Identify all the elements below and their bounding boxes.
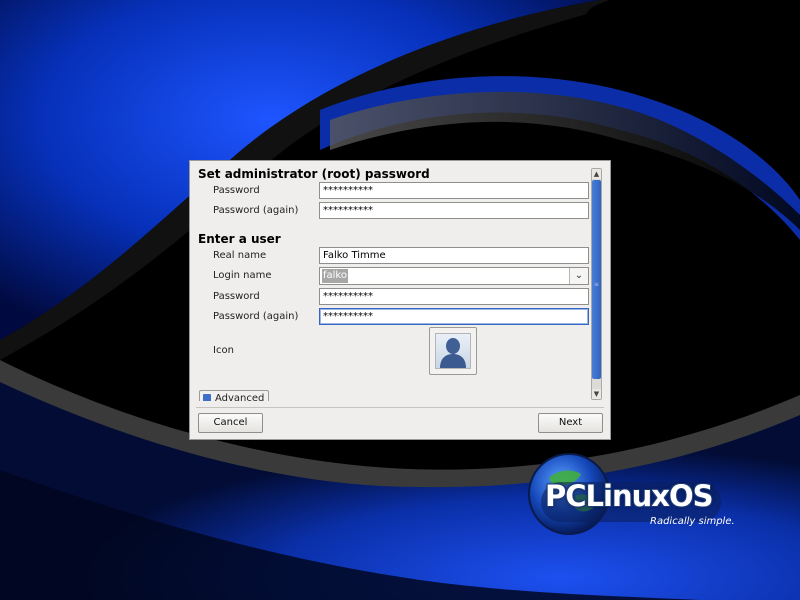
login-name-combobox[interactable]: falko ⌄ xyxy=(319,267,589,285)
enter-user-heading: Enter a user xyxy=(198,232,281,246)
scroll-up-icon[interactable]: ▲ xyxy=(592,169,601,179)
logo-tagline: Radically simple. xyxy=(650,516,735,527)
pclinuxos-logo: PCLinuxOS Radically simple. xyxy=(527,452,737,542)
login-name-value: falko xyxy=(322,269,348,283)
user-avatar-icon xyxy=(435,333,471,369)
advanced-label: Advanced xyxy=(215,393,265,401)
user-icon-button[interactable] xyxy=(429,327,477,375)
button-divider xyxy=(196,407,604,408)
advanced-button[interactable]: Advanced xyxy=(199,390,269,401)
real-name-label: Real name xyxy=(213,250,267,261)
login-name-label: Login name xyxy=(213,270,272,281)
icon-label: Icon xyxy=(213,345,234,356)
user-password-field[interactable] xyxy=(319,288,589,305)
next-button[interactable]: Next xyxy=(538,413,603,433)
dialog-scroll-area: Set administrator (root) password Passwo… xyxy=(190,161,590,401)
chevron-down-icon[interactable]: ⌄ xyxy=(569,268,588,284)
root-password-field[interactable] xyxy=(319,182,589,199)
logo-text: PCLinuxOS xyxy=(545,479,713,513)
user-password-again-field[interactable] xyxy=(319,308,589,325)
user-setup-dialog: Set administrator (root) password Passwo… xyxy=(189,160,611,440)
root-password-label: Password xyxy=(213,185,260,196)
root-password-again-field[interactable] xyxy=(319,202,589,219)
vertical-scrollbar[interactable]: ▲ ≡ ▼ xyxy=(591,168,602,400)
scrollbar-thumb[interactable]: ≡ xyxy=(592,180,601,379)
real-name-field[interactable] xyxy=(319,247,589,264)
user-password-again-label: Password (again) xyxy=(213,311,299,322)
user-password-label: Password xyxy=(213,291,260,302)
root-password-again-label: Password (again) xyxy=(213,205,299,216)
cancel-button[interactable]: Cancel xyxy=(198,413,263,433)
scroll-down-icon[interactable]: ▼ xyxy=(592,389,601,399)
expand-arrow-icon xyxy=(203,394,211,401)
root-password-heading: Set administrator (root) password xyxy=(198,167,430,181)
